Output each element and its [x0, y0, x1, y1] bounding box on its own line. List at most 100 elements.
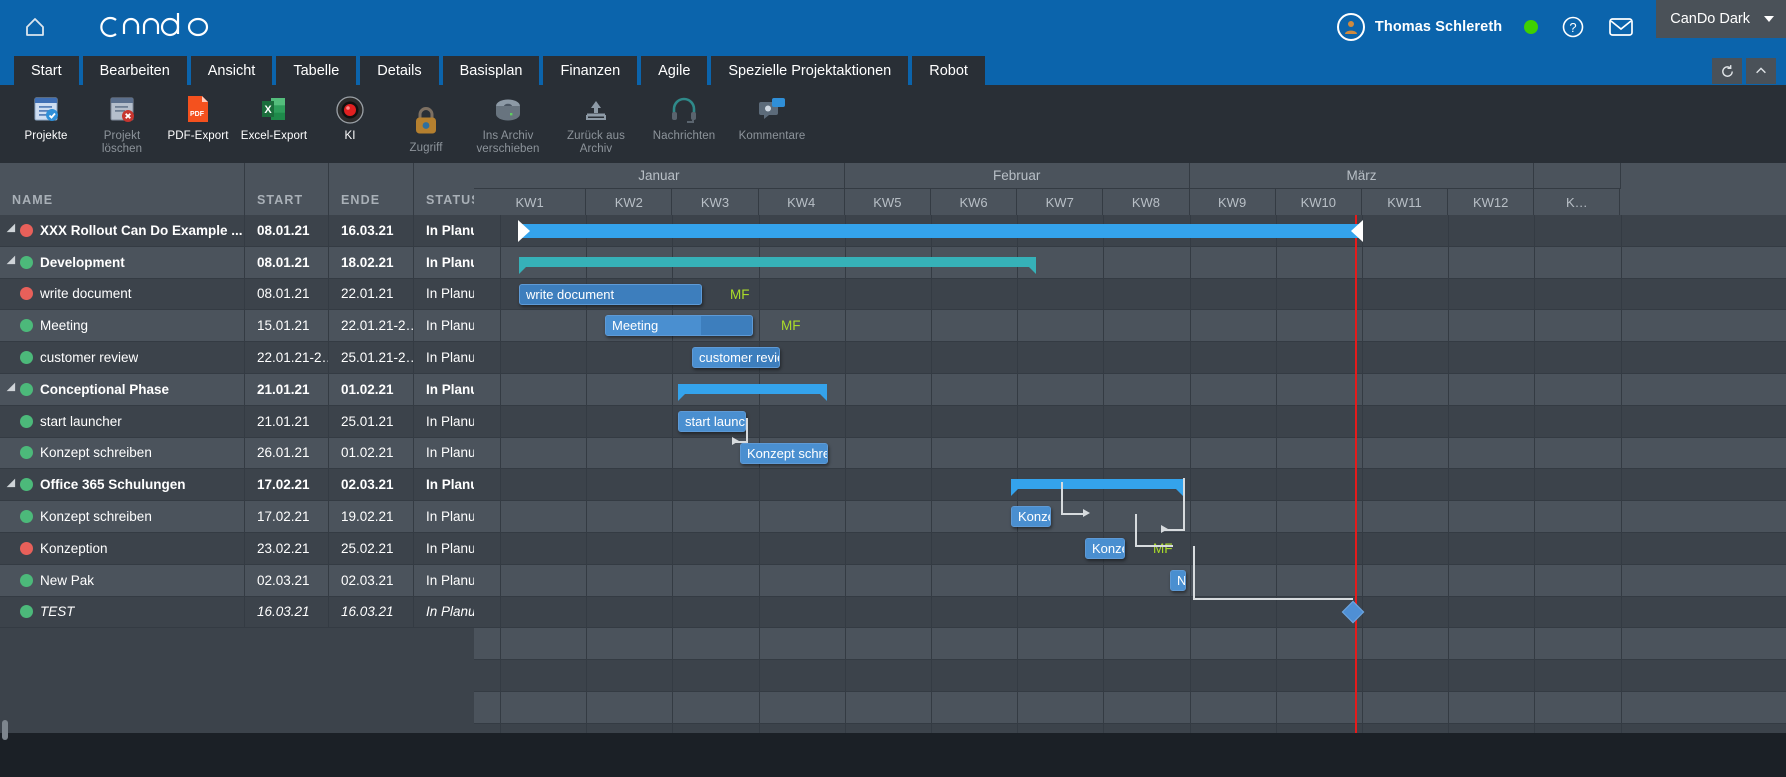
task-table: NAME START ENDE STATUS XXX Rollout Can D… [0, 163, 480, 777]
ribbon-toolbar: Projekte Projekt löschen PDF PDF-Export [0, 85, 1786, 163]
cell-ende: 16.03.21 [329, 215, 414, 246]
menu-tab-robot[interactable]: Robot [912, 56, 985, 85]
table-row[interactable]: start launcher 21.01.21 25.01.21 In Planu [0, 405, 474, 438]
cell-start: 26.01.21 [245, 437, 329, 469]
table-row[interactable]: customer review 22.01.21-2… 25.01.21-2… In … [0, 342, 474, 374]
table-row[interactable]: XXX Rollout Can Do Example ... 08.01.21 16… [0, 215, 474, 247]
cell-status: In Planu [426, 350, 474, 366]
table-row[interactable]: Meeting 15.01.21 22.01.21-2… In Planu [0, 310, 474, 343]
gantt-body: write documentMFMeetingMFcustomer review… [474, 215, 1786, 777]
cell-name: Konzeption [0, 532, 245, 564]
gantt-project-bar[interactable] [518, 220, 1363, 242]
cell-status: In Planu [426, 477, 474, 493]
gantt-task-bar[interactable]: customer review [692, 347, 780, 369]
milestone-flag-label: MF [1153, 541, 1173, 556]
cell-ende: 25.01.21-2… [329, 342, 414, 373]
cell-name: Konzept schreiben [0, 437, 245, 469]
refresh-icon[interactable] [1712, 58, 1742, 84]
ribbon-item-kommentare[interactable]: Kommentare [728, 85, 816, 143]
menu-tab-ansicht[interactable]: Ansicht [190, 56, 273, 85]
status-bullet-icon [20, 573, 33, 587]
task-name-label: write document [40, 286, 132, 302]
theme-selector[interactable]: CanDo Dark [1656, 0, 1786, 38]
menu-tab-spezielle-projektaktionen[interactable]: Spezielle Projektaktionen [711, 56, 909, 85]
dependency-link [1135, 545, 1173, 547]
ribbon-item-nachrichten[interactable]: Nachrichten [640, 85, 728, 143]
ribbon-item-projekt-loeschen[interactable]: Projekt löschen [84, 85, 160, 155]
cell-start: 17.02.21 [245, 501, 329, 532]
table-row[interactable]: Office 365 Schulungen 17.02.21 02.03.21 In … [0, 469, 474, 502]
ribbon-label: Projekt löschen [101, 130, 143, 155]
gantt-gridline [931, 215, 932, 777]
gantt-task-bar[interactable]: start launcher [678, 410, 746, 432]
ribbon-label: Zugriff [409, 142, 443, 154]
task-name-label: Konzeption [40, 540, 108, 556]
ribbon-label: KI [344, 130, 356, 142]
horizontal-scrollbar[interactable] [2, 720, 8, 740]
home-icon[interactable] [18, 10, 52, 44]
menu-tab-basisplan[interactable]: Basisplan [442, 56, 540, 85]
ribbon-item-ins-archiv[interactable]: Ins Archiv verschieben [464, 85, 552, 155]
cell-ende: 22.01.21-2… [329, 310, 414, 342]
gantt-summary-bar[interactable] [1011, 479, 1183, 497]
cell-ende: 18.02.21 [329, 246, 414, 278]
menu-tab-start[interactable]: Start [14, 56, 79, 85]
column-header-name[interactable]: NAME [0, 163, 245, 215]
headset-icon [669, 91, 699, 125]
gantt-week-label: KW7 [1017, 189, 1104, 215]
column-header-status[interactable]: STATUS [414, 163, 480, 215]
gantt-week-label: KW8 [1103, 189, 1190, 215]
table-row[interactable]: New Pak 02.03.21 02.03.21 In Planu [0, 564, 474, 597]
ribbon-item-projekte[interactable]: Projekte [8, 85, 84, 143]
ribbon-item-excel-export[interactable]: X Excel-Export [236, 85, 312, 143]
gantt-summary-bar[interactable] [519, 256, 1036, 274]
gantt-row-band [474, 405, 1786, 438]
gantt-bar-label: Konzept schreiben [747, 445, 827, 461]
gantt-task-bar[interactable]: New Pak [1170, 569, 1186, 591]
gantt-month-row: Januar Februar März [474, 163, 1786, 189]
table-row[interactable]: TEST 16.03.21 16.03.21 In Planu [0, 596, 474, 629]
menu-tab-agile[interactable]: Agile [641, 56, 708, 85]
table-row[interactable]: Conceptional Phase 21.01.21 01.02.21 In Pla… [0, 373, 474, 406]
expand-collapse-icon[interactable] [6, 224, 20, 237]
status-bullet-icon [20, 605, 33, 619]
chevron-up-icon[interactable] [1746, 58, 1776, 84]
cell-start: 21.01.21 [245, 373, 329, 405]
gantt-week-label: KW3 [672, 189, 759, 215]
cando-logo[interactable] [94, 10, 222, 44]
ribbon-item-ki[interactable]: KI [312, 85, 388, 143]
ribbon-item-zurueck-archiv[interactable]: Zurück aus Archiv [552, 85, 640, 155]
mail-icon[interactable] [1608, 14, 1634, 40]
gantt-summary-bar[interactable] [678, 384, 827, 401]
menubar-actions [1712, 58, 1786, 85]
delete-project-icon [106, 91, 138, 125]
table-row[interactable]: write document 08.01.21 22.01.21 In Planu [0, 278, 474, 311]
table-row[interactable]: Konzept schreiben 26.01.21 01.02.21 In Plan… [0, 437, 474, 470]
ribbon-item-zugriff[interactable]: Zugriff [388, 85, 464, 155]
gantt-task-bar[interactable]: Meeting [605, 315, 753, 337]
help-icon[interactable]: ? [1560, 14, 1586, 40]
table-row[interactable]: Konzeption 23.02.21 25.02.21 In Planu [0, 532, 474, 565]
gantt-task-bar[interactable]: write document [519, 283, 702, 305]
column-header-ende[interactable]: ENDE [329, 163, 414, 215]
menu-tab-details[interactable]: Details [360, 56, 439, 85]
menu-tab-tabelle[interactable]: Tabelle [276, 56, 357, 85]
column-header-start[interactable]: START [245, 163, 329, 215]
cell-name: customer review [0, 342, 245, 373]
ribbon-item-pdf-export[interactable]: PDF PDF-Export [160, 85, 236, 143]
expand-collapse-icon[interactable] [6, 255, 20, 269]
bottom-strip [0, 733, 1786, 777]
expand-collapse-icon[interactable] [6, 383, 20, 396]
gantt-task-bar[interactable]: Konzept schreiben [740, 442, 828, 464]
gantt-week-row: KW1 KW2 KW3 KW4 KW5 KW6 KW7 KW8 KW9 KW10 KW11 KW12 K… [474, 189, 1786, 215]
expand-collapse-icon[interactable] [6, 478, 20, 492]
gantt-task-bar[interactable]: Konzept schreiben [1011, 506, 1051, 528]
table-row[interactable]: Konzept schreiben 17.02.21 19.02.21 In Plan… [0, 501, 474, 533]
cell-name: XXX Rollout Can Do Example ... [0, 215, 245, 246]
user-menu[interactable]: Thomas Schlereth [1336, 12, 1502, 41]
menu-tab-bearbeiten[interactable]: Bearbeiten [82, 56, 187, 85]
menu-tab-finanzen[interactable]: Finanzen [543, 56, 638, 85]
table-row[interactable]: Development 08.01.21 18.02.21 In Planu [0, 246, 474, 279]
gantt-week-label: KW1 [474, 189, 587, 215]
gantt-task-bar[interactable]: Konzeption [1085, 538, 1125, 559]
